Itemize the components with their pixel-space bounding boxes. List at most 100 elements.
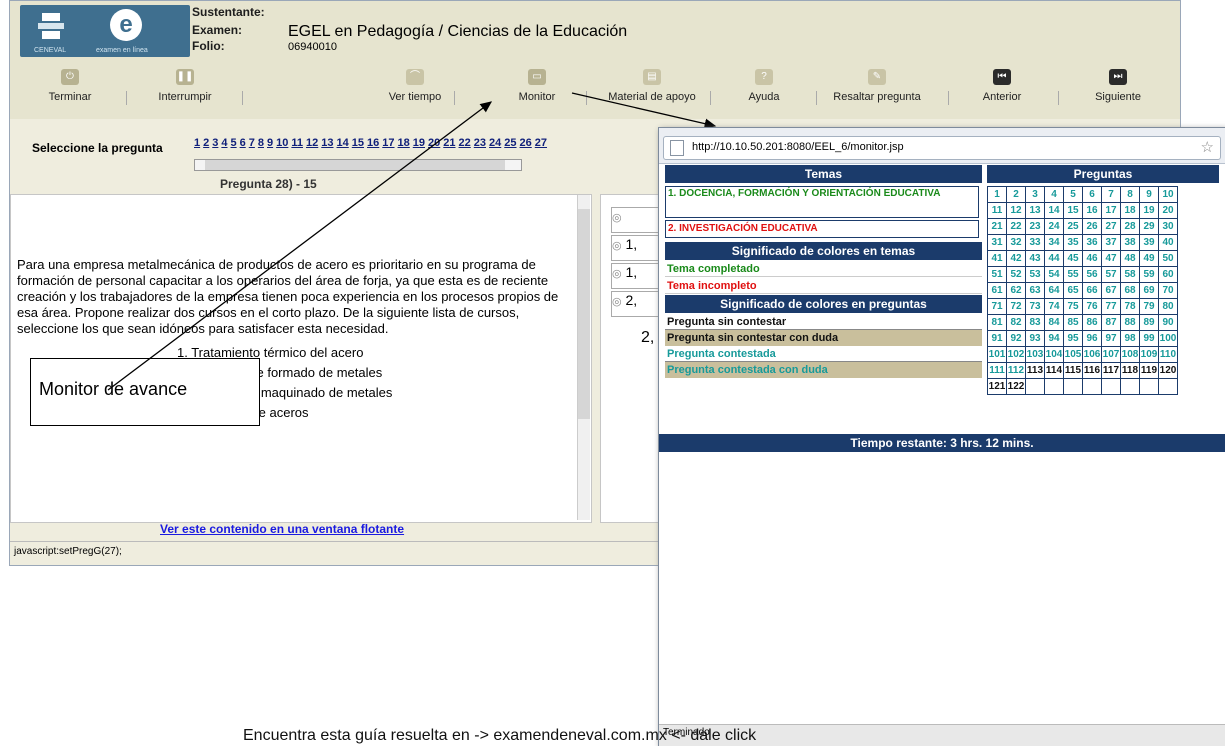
question-cell[interactable]: 31 <box>987 234 1007 251</box>
question-cell[interactable]: 107 <box>1101 346 1121 363</box>
question-cell[interactable]: 69 <box>1139 282 1159 299</box>
question-cell[interactable]: 110 <box>1158 346 1178 363</box>
question-cell[interactable]: 6 <box>1082 186 1102 203</box>
question-cell[interactable]: 32 <box>1006 234 1026 251</box>
question-cell[interactable]: 115 <box>1063 362 1083 379</box>
question-cell[interactable]: 37 <box>1101 234 1121 251</box>
question-cell[interactable]: 65 <box>1063 282 1083 299</box>
question-cell[interactable]: 71 <box>987 298 1007 315</box>
question-cell[interactable]: 93 <box>1025 330 1045 347</box>
question-cell[interactable]: 92 <box>1006 330 1026 347</box>
question-cell[interactable]: 96 <box>1082 330 1102 347</box>
question-cell[interactable]: 117 <box>1101 362 1121 379</box>
question-cell[interactable]: 51 <box>987 266 1007 283</box>
question-cell[interactable]: 95 <box>1063 330 1083 347</box>
tema-investigacion[interactable]: 2. INVESTIGACIÓN EDUCATIVA <box>665 220 979 238</box>
question-cell[interactable]: 100 <box>1158 330 1178 347</box>
question-cell[interactable]: 40 <box>1158 234 1178 251</box>
question-cell[interactable]: 80 <box>1158 298 1178 315</box>
question-cell[interactable]: 62 <box>1006 282 1026 299</box>
question-cell[interactable]: 116 <box>1082 362 1102 379</box>
question-cell[interactable]: 81 <box>987 314 1007 331</box>
question-cell[interactable]: 87 <box>1101 314 1121 331</box>
question-cell[interactable]: 73 <box>1025 298 1045 315</box>
question-cell[interactable]: 24 <box>1044 218 1064 235</box>
question-cell[interactable]: 39 <box>1139 234 1159 251</box>
tema-docencia[interactable]: 1. DOCENCIA, FORMACIÓN Y ORIENTACIÓN EDU… <box>665 186 979 218</box>
question-cell[interactable]: 12 <box>1006 202 1026 219</box>
question-cell[interactable]: 38 <box>1120 234 1140 251</box>
question-cell[interactable]: 66 <box>1082 282 1102 299</box>
question-cell[interactable]: 94 <box>1044 330 1064 347</box>
question-cell[interactable]: 63 <box>1025 282 1045 299</box>
question-cell[interactable]: 75 <box>1063 298 1083 315</box>
question-cell[interactable]: 53 <box>1025 266 1045 283</box>
question-cell[interactable]: 70 <box>1158 282 1178 299</box>
question-cell[interactable]: 17 <box>1101 202 1121 219</box>
question-cell[interactable]: 42 <box>1006 250 1026 267</box>
question-cell[interactable]: 28 <box>1120 218 1140 235</box>
question-cell[interactable]: 1 <box>987 186 1007 203</box>
question-cell[interactable]: 13 <box>1025 202 1045 219</box>
question-cell[interactable]: 14 <box>1044 202 1064 219</box>
question-cell[interactable]: 67 <box>1101 282 1121 299</box>
question-cell[interactable]: 84 <box>1044 314 1064 331</box>
question-cell[interactable]: 20 <box>1158 202 1178 219</box>
question-cell[interactable]: 52 <box>1006 266 1026 283</box>
question-cell[interactable]: 8 <box>1120 186 1140 203</box>
question-cell[interactable]: 90 <box>1158 314 1178 331</box>
question-cell[interactable]: 7 <box>1101 186 1121 203</box>
popup-url-field[interactable]: http://10.10.50.201:8080/EEL_6/monitor.j… <box>663 136 1221 160</box>
question-cell[interactable]: 30 <box>1158 218 1178 235</box>
question-cell[interactable]: 22 <box>1006 218 1026 235</box>
question-cell[interactable]: 18 <box>1120 202 1140 219</box>
question-cell[interactable]: 59 <box>1139 266 1159 283</box>
question-cell[interactable]: 4 <box>1044 186 1064 203</box>
question-cell[interactable]: 5 <box>1063 186 1083 203</box>
question-cell[interactable]: 120 <box>1158 362 1178 379</box>
question-cell[interactable]: 23 <box>1025 218 1045 235</box>
question-cell[interactable]: 68 <box>1120 282 1140 299</box>
question-cell[interactable]: 34 <box>1044 234 1064 251</box>
question-cell[interactable]: 101 <box>987 346 1007 363</box>
question-cell[interactable]: 44 <box>1044 250 1064 267</box>
question-cell[interactable]: 58 <box>1120 266 1140 283</box>
question-cell[interactable]: 91 <box>987 330 1007 347</box>
question-cell[interactable]: 108 <box>1120 346 1140 363</box>
question-cell[interactable]: 33 <box>1025 234 1045 251</box>
question-cell[interactable]: 29 <box>1139 218 1159 235</box>
question-cell[interactable]: 121 <box>987 378 1007 395</box>
question-cell[interactable]: 43 <box>1025 250 1045 267</box>
question-cell[interactable]: 113 <box>1025 362 1045 379</box>
question-cell[interactable]: 9 <box>1139 186 1159 203</box>
question-cell[interactable]: 26 <box>1082 218 1102 235</box>
question-cell[interactable]: 61 <box>987 282 1007 299</box>
question-cell[interactable]: 83 <box>1025 314 1045 331</box>
question-cell[interactable]: 105 <box>1063 346 1083 363</box>
question-cell[interactable]: 2 <box>1006 186 1026 203</box>
question-cell[interactable]: 114 <box>1044 362 1064 379</box>
question-cell[interactable]: 27 <box>1101 218 1121 235</box>
question-cell[interactable]: 119 <box>1139 362 1159 379</box>
question-cell[interactable]: 25 <box>1063 218 1083 235</box>
bookmark-star-icon[interactable]: ☆ <box>1201 138 1214 156</box>
question-cell[interactable]: 122 <box>1006 378 1026 395</box>
question-cell[interactable]: 10 <box>1158 186 1178 203</box>
question-cell[interactable]: 56 <box>1082 266 1102 283</box>
question-cell[interactable]: 55 <box>1063 266 1083 283</box>
question-cell[interactable]: 50 <box>1158 250 1178 267</box>
question-cell[interactable]: 54 <box>1044 266 1064 283</box>
question-cell[interactable]: 41 <box>987 250 1007 267</box>
question-cell[interactable]: 57 <box>1101 266 1121 283</box>
question-cell[interactable]: 36 <box>1082 234 1102 251</box>
question-cell[interactable]: 86 <box>1082 314 1102 331</box>
question-cell[interactable]: 46 <box>1082 250 1102 267</box>
question-cell[interactable]: 47 <box>1101 250 1121 267</box>
question-cell[interactable]: 35 <box>1063 234 1083 251</box>
question-cell[interactable]: 3 <box>1025 186 1045 203</box>
question-cell[interactable]: 111 <box>987 362 1007 379</box>
question-cell[interactable]: 104 <box>1044 346 1064 363</box>
question-cell[interactable]: 98 <box>1120 330 1140 347</box>
question-cell[interactable]: 97 <box>1101 330 1121 347</box>
question-cell[interactable]: 76 <box>1082 298 1102 315</box>
